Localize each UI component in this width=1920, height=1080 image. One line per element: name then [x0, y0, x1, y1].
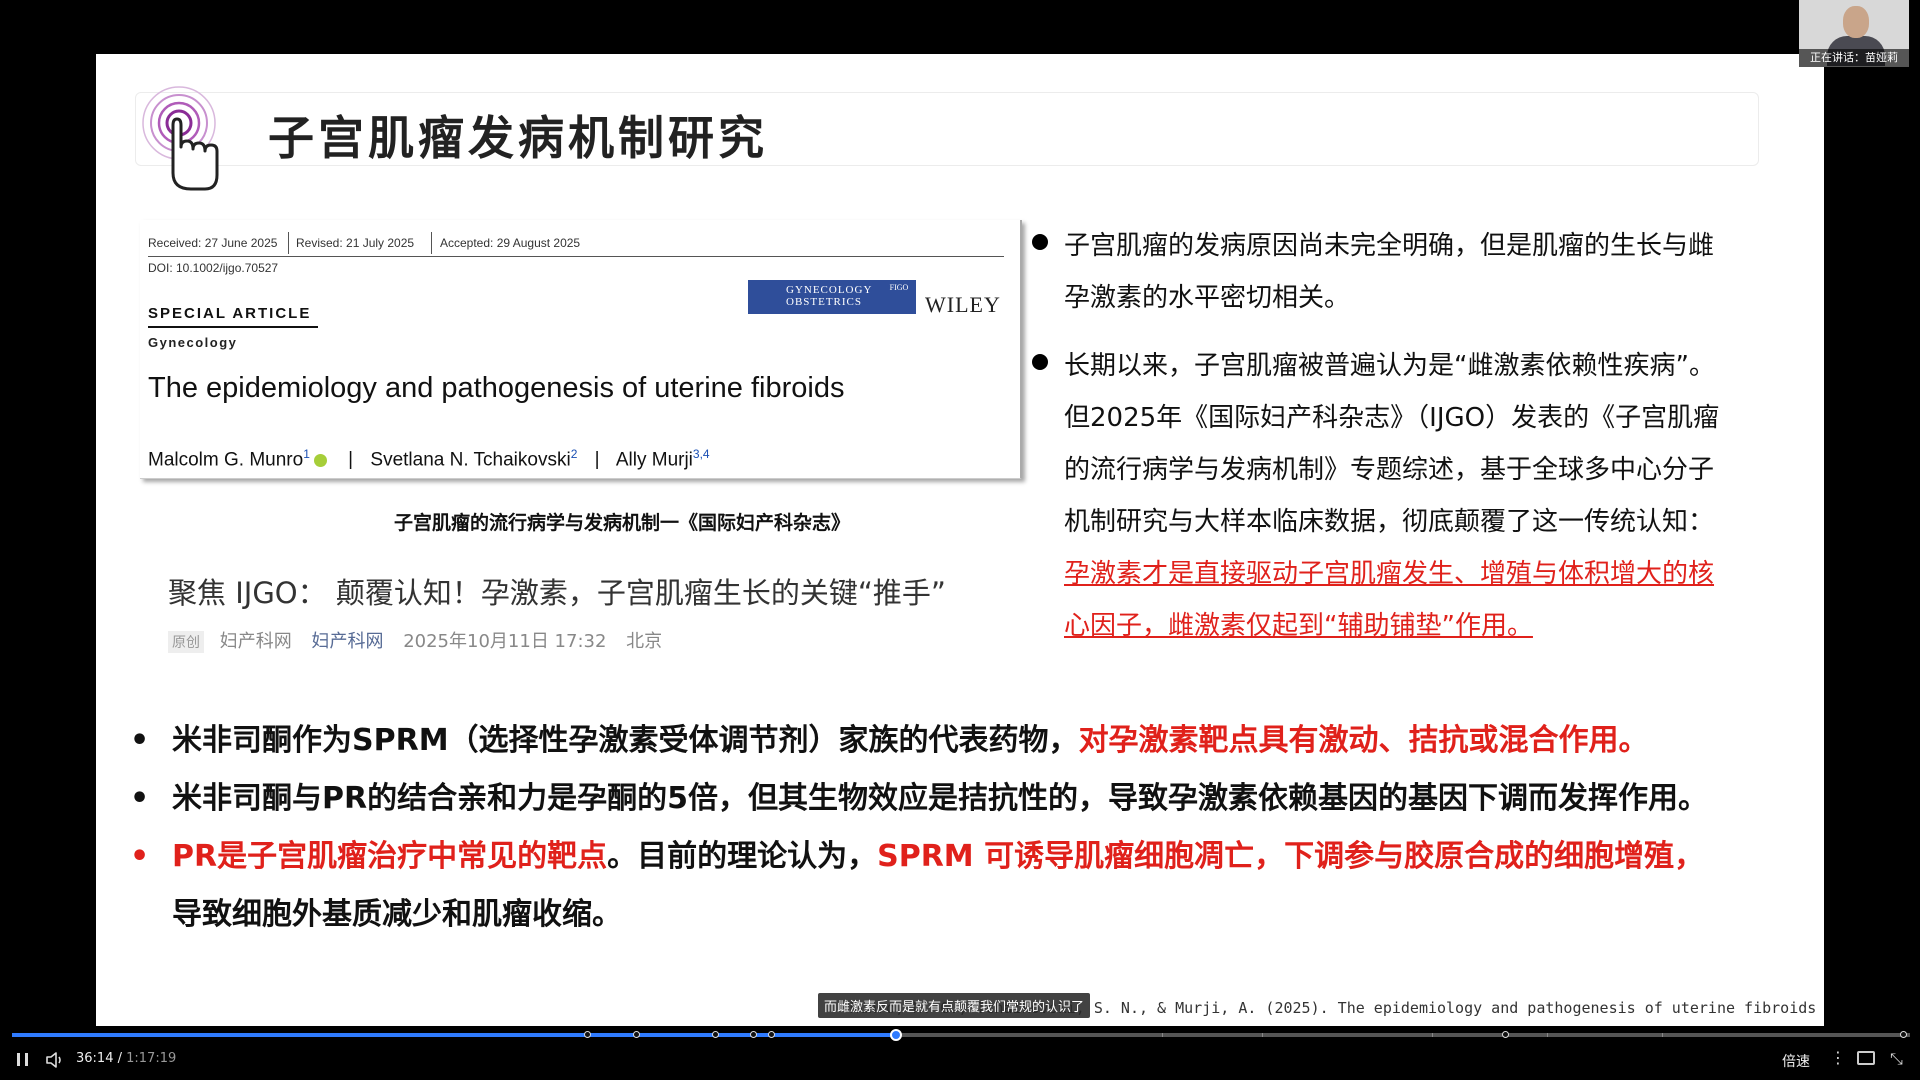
bottom-bullet: • 米非司酮作为SPRM（选择性孕激素受体调节剂）家族的代表药物，对孕激素靶点具有…: [130, 712, 1649, 770]
news-location: 北京: [626, 631, 663, 652]
news-title: 聚焦 IJGO： 颠覆认知！孕激素，子宫肌瘤生长的关键“推手”: [168, 576, 946, 610]
pause-button[interactable]: [12, 1049, 34, 1071]
chapter-marker[interactable]: [1502, 1031, 1509, 1038]
chapter-marker[interactable]: [1900, 1031, 1907, 1038]
right-bullet: 子宫肌瘤的发病原因尚未完全明确，但是肌瘤的生长与雌 孕激素的水平密切相关。: [1032, 220, 1792, 324]
touch-hand-icon: [142, 86, 219, 191]
progress-tick: [1162, 1033, 1163, 1037]
news-source-link: 妇产科网: [311, 631, 384, 652]
paper-revised-date: Revised: 21 July 2025: [296, 236, 415, 250]
figo-logo-icon: FIGO: [889, 283, 909, 292]
progress-tick: [1547, 1033, 1548, 1037]
highlight-line: 孕激素才是直接驱动子宫肌瘤发生、增殖与体积增大的核: [1064, 559, 1715, 589]
bullet-dot-icon: [1032, 354, 1048, 370]
chapter-marker[interactable]: [633, 1031, 640, 1038]
paper-section-underline: [148, 326, 318, 328]
paper-rule: [148, 256, 1004, 257]
bullet-line: 孕激素的水平密切相关。: [1064, 283, 1351, 313]
progress-bar[interactable]: [12, 1029, 1910, 1041]
time-display: 36:14 / 1:17:19: [76, 1051, 176, 1066]
highlight-line: 心因子，雌激素仅起到“辅助铺垫”作用。: [1064, 611, 1533, 641]
news-meta: 原创 妇产科网 妇产科网 2025年10月11日 17:32 北京: [168, 627, 662, 653]
bullet-text-red: SPRM 可诱导肌瘤细胞凋亡，下调参与胶原合成的细胞增殖，: [877, 839, 1705, 874]
speaker-avatar-face: [1843, 6, 1869, 38]
right-bullet: 长期以来，子宫肌瘤被普遍认为是“雌激素依赖性疾病”。 但2025年《国际妇产科杂…: [1032, 340, 1792, 652]
orcid-icon: [313, 453, 327, 467]
bullet-line: 的流行病学与发病机制》专题综述，基于全球多中心分子: [1064, 455, 1715, 485]
news-source: 妇产科网: [219, 631, 292, 652]
author-name: Ally Murji: [615, 449, 693, 471]
author-name: Malcolm G. Munro: [148, 449, 304, 471]
progress-fill: [12, 1033, 896, 1037]
live-subtitle: 而雌激素反而是就有点颠覆我们常规的认识了: [818, 993, 1091, 1018]
progress-handle[interactable]: [889, 1029, 902, 1041]
bullet-line: 子宫肌瘤的发病原因尚未完全明确，但是肌瘤的生长与雌: [1064, 231, 1715, 261]
bullet-line: 长期以来，子宫肌瘤被普遍认为是“雌激素依赖性疾病”。: [1064, 351, 1715, 381]
chapter-marker[interactable]: [768, 1031, 775, 1038]
paper-authors: Malcolm G. Munro1 | Svetlana N. Tchaikov…: [148, 447, 710, 471]
bullet-dot-icon: •: [130, 839, 150, 874]
bullet-continuation: 导致细胞外基质减少和肌瘤收缩。: [172, 897, 622, 932]
paper-date-separator: [431, 232, 432, 254]
pause-icon: [17, 1053, 20, 1066]
bullet-text: 米非司酮与PR的结合亲和力是孕酮的5倍，但其生物效应是拮抗性的，导致孕激素依赖基…: [172, 781, 1708, 816]
paper-caption: 子宫肌瘤的流行病学与发病机制一《国际妇产科杂志》: [394, 512, 851, 534]
author-separator: |: [594, 449, 600, 471]
author-affiliation: 2: [570, 447, 578, 461]
progress-tick: [1432, 1033, 1433, 1037]
news-datetime: 2025年10月11日 17:32: [403, 631, 607, 652]
progress-tick: [1662, 1033, 1663, 1037]
paper-date-separator: [288, 232, 289, 254]
author-affiliation: 3,4: [692, 447, 710, 461]
slide-title: 子宫肌瘤发病机制研究: [268, 111, 768, 165]
bottom-bullet: • PR是子宫肌瘤治疗中常见的靶点。目前的理论认为，SPRM 可诱导肌瘤细胞凋亡，…: [130, 828, 1704, 886]
chapter-marker[interactable]: [750, 1031, 757, 1038]
playback-speed-button[interactable]: 倍速: [1782, 1051, 1810, 1071]
current-time: 36:14 /: [76, 1051, 122, 1066]
speaker-label: 正在讲话：苗娅莉: [1799, 49, 1909, 67]
bullet-dot-icon: [1032, 234, 1048, 250]
bullet-text: 。目前的理论认为，: [607, 839, 878, 874]
bullet-line: 但2025年《国际妇产科杂志》（IJGO）发表的《子宫肌瘤: [1064, 403, 1720, 433]
bullet-line: 机制研究与大样本临床数据，彻底颠覆了这一传统认知：: [1064, 507, 1715, 537]
bullet-text-red: 对孕激素靶点具有激动、拮抗或混合作用。: [1078, 723, 1649, 758]
journal-logo: GYNECOLOGY OBSTETRICS FIGO: [748, 280, 916, 314]
bullet-text: 米非司酮作为SPRM（选择性孕激素受体调节剂）家族的代表药物，: [172, 723, 1079, 758]
pause-icon: [25, 1053, 28, 1066]
author-affiliation: 1: [303, 447, 310, 461]
chapter-marker[interactable]: [712, 1031, 719, 1038]
publisher-logo: WILEY: [925, 292, 1001, 317]
progress-tick: [1262, 1033, 1263, 1037]
picture-in-picture-icon[interactable]: [1857, 1051, 1875, 1065]
author-name: Svetlana N. Tchaikovski: [370, 449, 571, 471]
more-icon[interactable]: ⋮: [1830, 1048, 1846, 1067]
paper-doi: DOI: 10.1002/ijgo.70527: [148, 261, 279, 275]
volume-icon[interactable]: [44, 1050, 66, 1070]
paper-accepted-date: Accepted: 29 August 2025: [440, 236, 581, 250]
exit-fullscreen-icon[interactable]: ⤡: [1890, 1049, 1903, 1069]
paper-excerpt-image: [140, 220, 1022, 479]
bottom-bullet: • 米非司酮与PR的结合亲和力是孕酮的5倍，但其生物效应是拮抗性的，导致孕激素依赖…: [130, 770, 1708, 828]
chapter-marker[interactable]: [584, 1031, 591, 1038]
bullet-dot-icon: •: [130, 723, 150, 758]
speaker-video-thumbnail[interactable]: 正在讲话：苗娅莉: [1799, 0, 1909, 67]
original-badge: 原创: [168, 631, 204, 653]
paper-title: The epidemiology and pathogenesis of ute…: [148, 372, 845, 404]
author-separator: |: [348, 449, 354, 471]
paper-received-date: Received: 27 June 2025: [148, 236, 278, 250]
bullet-text-red: PR是子宫肌瘤治疗中常见的靶点: [172, 839, 608, 874]
bullet-dot-icon: •: [130, 781, 150, 816]
paper-category: Gynecology: [148, 335, 238, 350]
total-time: 1:17:19: [126, 1051, 177, 1066]
paper-section-label: SPECIAL ARTICLE: [148, 305, 312, 322]
